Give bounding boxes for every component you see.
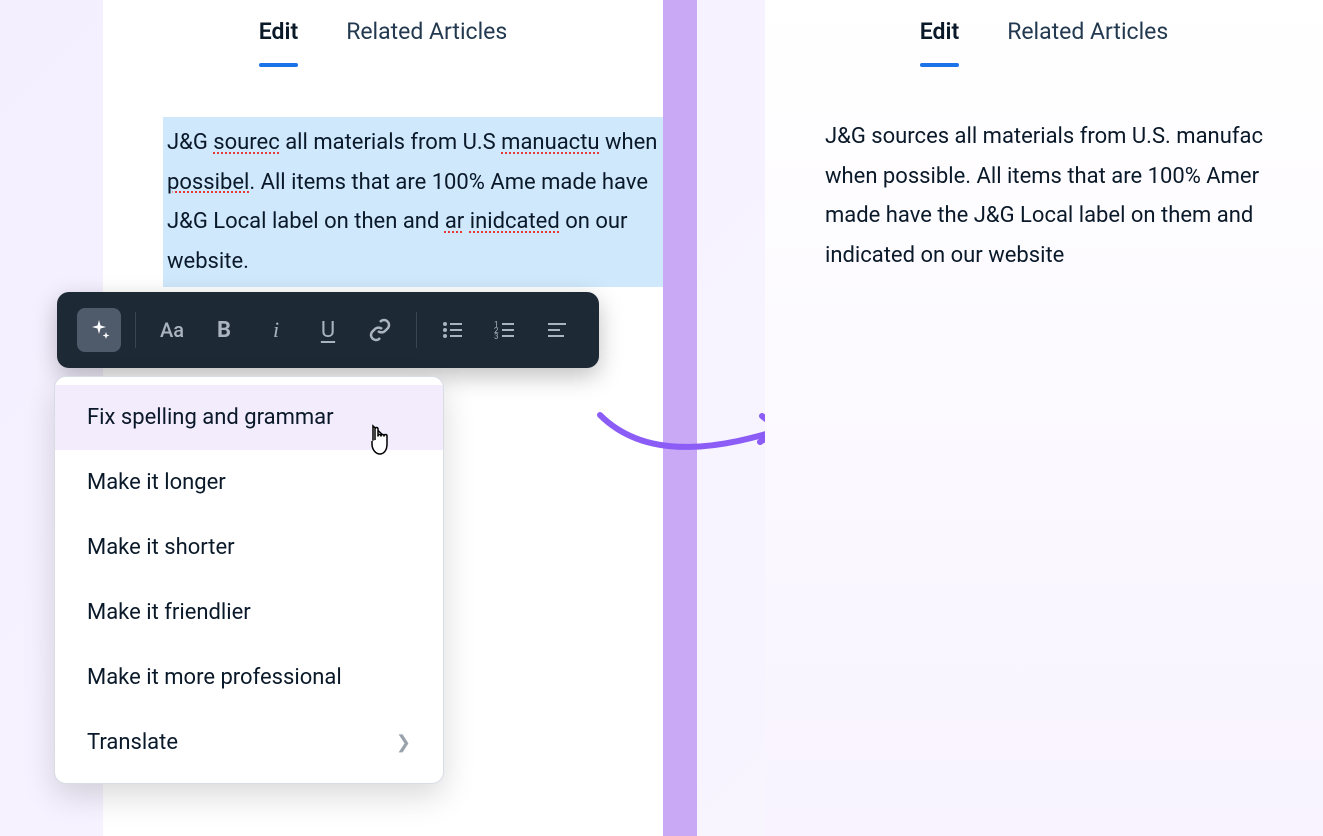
ai-actions-menu: Fix spelling and grammar Make it longer … — [54, 376, 444, 784]
text-segment: J&G — [167, 130, 213, 155]
link-icon — [368, 318, 392, 342]
menu-item-label: Make it longer — [87, 470, 226, 495]
align-left-icon — [545, 318, 569, 342]
font-size-button[interactable]: Aa — [150, 308, 194, 352]
ai-menu-translate[interactable]: Translate ❯ — [55, 710, 443, 775]
ai-sparkle-button[interactable] — [77, 308, 121, 352]
formatting-toolbar: Aa B i U 123 — [57, 292, 599, 368]
ai-menu-fix-spelling[interactable]: Fix spelling and grammar — [55, 385, 443, 450]
italic-button[interactable]: i — [254, 308, 298, 352]
editor-panel-after: Edit Related Articles J&G sources all ma… — [765, 0, 1323, 836]
align-button[interactable] — [535, 308, 579, 352]
ai-menu-make-friendlier[interactable]: Make it friendlier — [55, 580, 443, 645]
menu-item-label: Translate — [87, 730, 178, 755]
ai-menu-make-longer[interactable]: Make it longer — [55, 450, 443, 515]
text-segment: all materials from U.S — [280, 130, 501, 155]
toolbar-separator — [135, 312, 136, 348]
bold-icon: B — [217, 318, 231, 343]
tab-related-articles[interactable]: Related Articles — [346, 18, 507, 67]
underline-icon: U — [321, 318, 335, 343]
bold-button[interactable]: B — [202, 308, 246, 352]
svg-text:3: 3 — [494, 332, 499, 341]
ai-menu-make-professional[interactable]: Make it more professional — [55, 645, 443, 710]
tab-related-articles[interactable]: Related Articles — [1007, 18, 1168, 67]
tab-edit[interactable]: Edit — [259, 18, 298, 67]
underline-button[interactable]: U — [306, 308, 350, 352]
misspelled-word: ar — [445, 209, 464, 234]
misspelled-word: inidcated — [470, 209, 560, 234]
toolbar-separator — [416, 312, 417, 348]
menu-item-label: Make it friendlier — [87, 600, 251, 625]
editor-selected-text[interactable]: J&G sourec all materials from U.S manuac… — [163, 117, 663, 287]
misspelled-word: manuactu — [501, 130, 599, 155]
italic-icon: i — [273, 317, 279, 343]
numbered-list-button[interactable]: 123 — [483, 308, 527, 352]
menu-item-label: Fix spelling and grammar — [87, 405, 334, 430]
text-segment: . All items that are 100% Ame — [249, 170, 535, 195]
text-segment: when — [600, 130, 658, 155]
chevron-right-icon: ❯ — [396, 732, 411, 753]
ai-menu-make-shorter[interactable]: Make it shorter — [55, 515, 443, 580]
misspelled-word: possibel — [167, 170, 249, 195]
font-icon: Aa — [160, 318, 184, 342]
sparkle-icon — [87, 318, 111, 342]
misspelled-word: sourec — [213, 130, 279, 155]
tab-edit[interactable]: Edit — [920, 18, 959, 67]
menu-item-label: Make it shorter — [87, 535, 235, 560]
tabs-left: Edit Related Articles — [103, 0, 663, 87]
bullet-list-button[interactable] — [431, 308, 475, 352]
panel-divider — [663, 0, 697, 836]
tabs-right: Edit Related Articles — [765, 0, 1323, 87]
link-button[interactable] — [358, 308, 402, 352]
numbered-list-icon: 123 — [493, 318, 517, 342]
menu-item-label: Make it more professional — [87, 665, 342, 690]
bullet-list-icon — [441, 318, 465, 342]
editor-corrected-text[interactable]: J&G sources all materials from U.S. manu… — [765, 87, 1323, 275]
